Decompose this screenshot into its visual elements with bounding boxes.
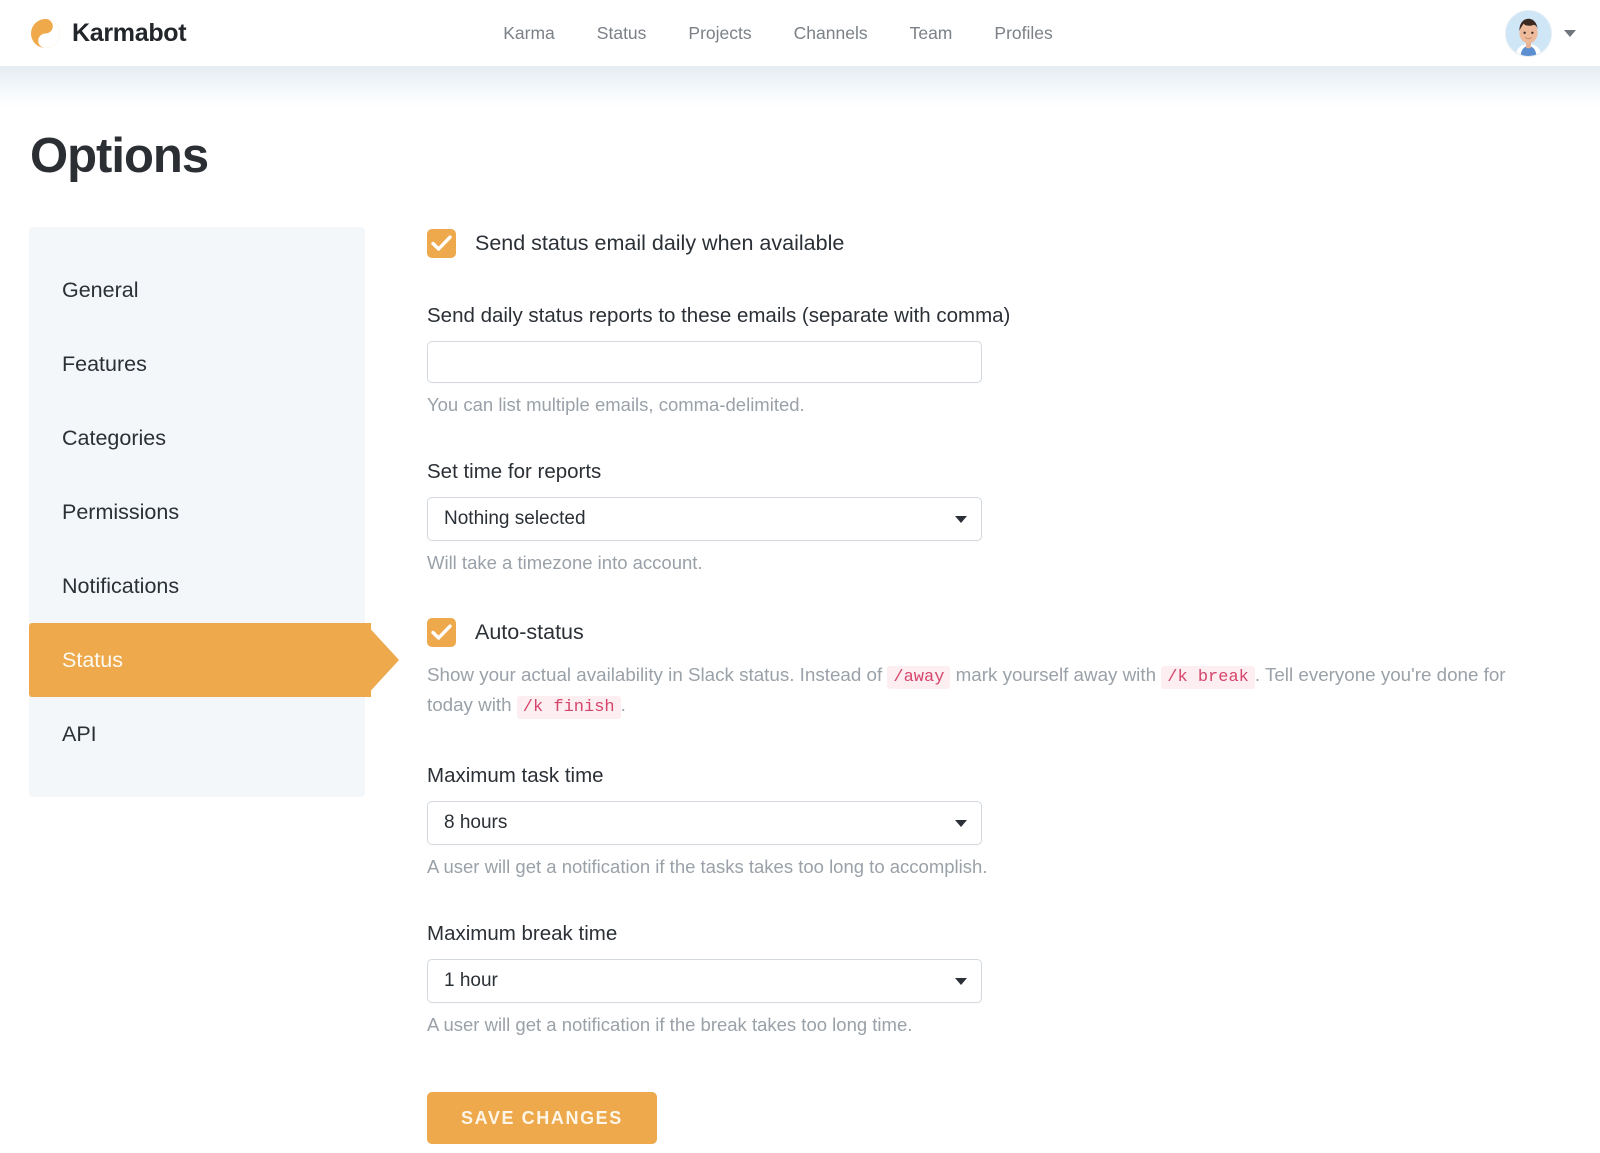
page-body: Options General Features Categories Perm… [0,128,1600,1144]
sidebar-item-features[interactable]: Features [29,327,365,401]
user-menu[interactable] [1505,10,1576,57]
sidebar-item-label: Status [62,648,123,673]
options-content: Send status email daily when available S… [427,227,1600,1144]
max-task-time-hint: A user will get a notification if the ta… [427,856,1600,878]
sidebar-item-categories[interactable]: Categories [29,401,365,475]
check-icon [431,623,452,642]
auto-status-row[interactable]: Auto-status [427,618,1600,647]
chevron-down-icon [955,978,967,985]
sidebar-item-label: Features [62,352,147,377]
chevron-down-icon[interactable] [1564,30,1576,37]
auto-status-label: Auto-status [475,620,584,645]
brand-name: Karmabot [72,19,186,48]
code-k-break: /k break [1161,666,1255,689]
brand-logo[interactable]: Karmabot [30,18,186,49]
auto-status-checkbox[interactable] [427,618,456,647]
max-break-time-hint: A user will get a notification if the br… [427,1014,1600,1036]
sidebar-item-label: General [62,278,139,303]
code-away: /away [887,666,950,689]
max-break-time-select[interactable]: 1 hour [427,959,982,1003]
sidebar-item-label: Permissions [62,500,179,525]
sidebar-item-label: API [62,722,97,747]
nav-item-karma[interactable]: Karma [503,23,555,44]
max-task-time-select[interactable]: 8 hours [427,801,982,845]
max-task-time-group: Maximum task time 8 hours A user will ge… [427,764,1600,878]
app-header: Karmabot Karma Status Projects Channels … [0,0,1600,66]
auto-status-desc-part2: mark yourself away with [956,664,1156,685]
sidebar-item-label: Categories [62,426,166,451]
emails-field-hint: You can list multiple emails, comma-deli… [427,394,1600,416]
report-time-group: Set time for reports Nothing selected Wi… [427,460,1600,574]
report-time-label: Set time for reports [427,460,1600,484]
send-status-email-label: Send status email daily when available [475,231,844,256]
max-break-time-label: Maximum break time [427,922,1600,946]
report-time-hint: Will take a timezone into account. [427,552,1600,574]
chevron-down-icon [955,516,967,523]
nav-item-profiles[interactable]: Profiles [994,23,1052,44]
code-k-finish: /k finish [517,696,621,719]
emails-field-group: Send daily status reports to these email… [427,304,1600,416]
nav-item-status[interactable]: Status [597,23,647,44]
check-icon [431,234,452,253]
auto-status-description: Show your actual availability in Slack s… [427,661,1527,720]
send-status-email-checkbox[interactable] [427,229,456,258]
auto-status-desc-part4: . [621,694,626,715]
sidebar-item-status[interactable]: Status [29,623,365,697]
avatar[interactable] [1505,10,1552,57]
chevron-down-icon [955,820,967,827]
nav-item-team[interactable]: Team [910,23,953,44]
yinyang-icon [30,18,61,49]
sidebar-item-general[interactable]: General [29,253,365,327]
sidebar-item-label: Notifications [62,574,179,599]
emails-input[interactable] [427,341,982,383]
sidebar-item-notifications[interactable]: Notifications [29,549,365,623]
nav-item-channels[interactable]: Channels [794,23,868,44]
page-title: Options [30,128,1600,184]
options-sidebar: General Features Categories Permissions … [29,227,365,797]
emails-field-label: Send daily status reports to these email… [427,304,1600,328]
header-shadow [0,66,1600,108]
send-status-email-row[interactable]: Send status email daily when available [427,229,1600,258]
nav-item-projects[interactable]: Projects [688,23,751,44]
auto-status-desc-part1: Show your actual availability in Slack s… [427,664,882,685]
report-time-value: Nothing selected [444,508,955,530]
max-task-time-value: 8 hours [444,812,955,834]
max-task-time-label: Maximum task time [427,764,1600,788]
sidebar-item-api[interactable]: API [29,697,365,771]
save-changes-button[interactable]: Save changes [427,1092,657,1144]
active-arrow-tip [365,623,399,697]
report-time-select[interactable]: Nothing selected [427,497,982,541]
main-navigation: Karma Status Projects Channels Team Prof… [0,0,1600,66]
max-break-time-group: Maximum break time 1 hour A user will ge… [427,922,1600,1036]
sidebar-item-permissions[interactable]: Permissions [29,475,365,549]
max-break-time-value: 1 hour [444,970,955,992]
